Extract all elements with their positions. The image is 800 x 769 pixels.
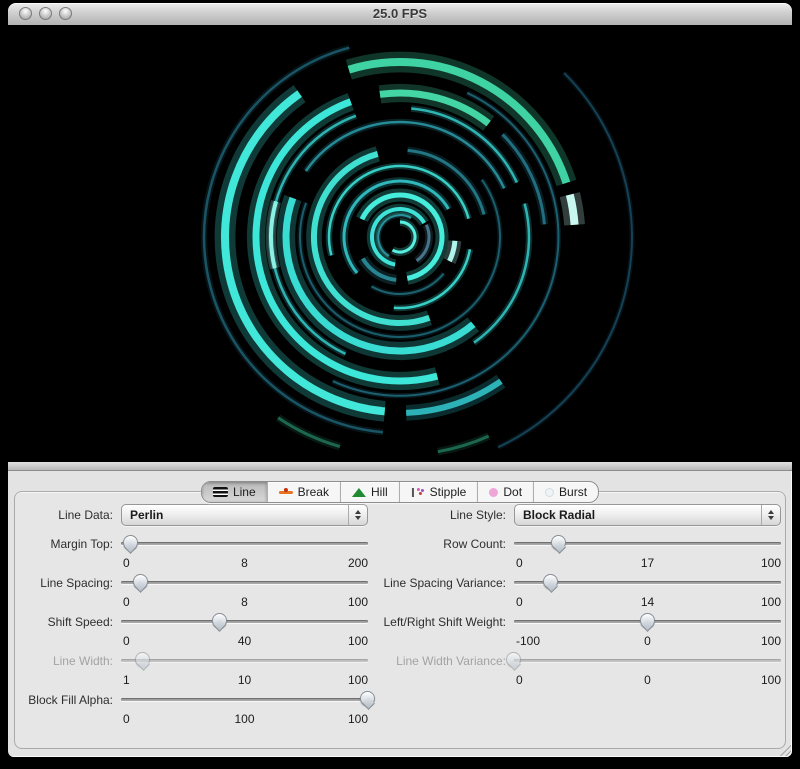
min-value: 1 [123,673,130,687]
line-width-slider-thumb[interactable] [135,652,150,667]
mode-tab-bar: Line Break Hill Stipple Dot Burst [201,481,599,503]
max-value: 100 [761,595,781,609]
min-value: 0 [123,634,130,648]
line-data-value: Perlin [130,508,163,522]
right-control-column: Line Style: Block Radial Row Count: 0 17 [360,503,781,689]
line-data-dropdown[interactable]: Perlin [121,504,368,526]
hill-icon [352,488,366,497]
line-data-label: Line Data: [20,508,113,522]
line-icon [213,487,228,497]
max-value: 100 [761,556,781,570]
line-spacing-label: Line Spacing: [20,576,113,590]
max-value: 100 [348,712,368,726]
shift-speed-label: Shift Speed: [20,615,113,629]
margin-top-row: Margin Top: 0 8 200 [20,533,368,572]
line-width-slider[interactable] [121,659,368,662]
min-value: 0 [516,556,523,570]
title-bar[interactable]: 25.0 FPS [8,3,792,26]
current-value: 8 [241,595,248,609]
current-value: 0 [644,634,651,648]
shift-weight-label: Left/Right Shift Weight: [360,615,506,629]
margin-top-slider-thumb[interactable] [123,535,138,550]
shift-speed-slider[interactable] [121,620,368,623]
line-spacing-variance-label: Line Spacing Variance: [360,576,506,590]
dot-icon [489,488,498,497]
tab-stipple[interactable]: Stipple [399,482,478,502]
current-value: 8 [241,556,248,570]
min-value: -100 [516,634,540,648]
row-count-slider-thumb[interactable] [551,535,566,550]
line-width-label: Line Width: [20,654,113,668]
left-control-column: Line Data: Perlin Margin Top: 0 8 20 [20,503,368,728]
min-value: 0 [123,595,130,609]
tab-burst[interactable]: Burst [533,482,598,502]
line-style-label: Line Style: [360,508,506,522]
min-value: 0 [516,595,523,609]
shift-weight-slider-thumb[interactable] [640,613,655,628]
block-fill-alpha-slider-thumb[interactable] [360,691,375,706]
canvas-panel-divider [8,462,792,471]
max-value: 100 [761,673,781,687]
tab-break[interactable]: Break [267,482,340,502]
row-count-label: Row Count: [360,537,506,551]
max-value: 100 [761,634,781,648]
line-width-variance-slider[interactable] [514,659,781,662]
current-value: 17 [641,556,654,570]
shift-speed-slider-thumb[interactable] [212,613,227,628]
control-panel: Line Break Hill Stipple Dot Burst [8,471,792,757]
break-icon [279,487,293,497]
line-width-variance-slider-thumb[interactable] [506,652,521,667]
min-value: 0 [123,712,130,726]
line-data-row: Line Data: Perlin [20,503,368,527]
current-value: 40 [238,634,251,648]
block-fill-alpha-slider[interactable] [121,698,368,701]
min-value: 0 [123,556,130,570]
block-fill-alpha-label: Block Fill Alpha: [20,693,113,707]
line-style-row: Line Style: Block Radial [360,503,781,527]
shift-speed-row: Shift Speed: 0 40 100 [20,611,368,650]
line-style-value: Block Radial [523,508,595,522]
popup-arrows-icon [761,505,780,525]
block-fill-alpha-row: Block Fill Alpha: 0 100 100 [20,689,368,728]
current-value: 0 [644,673,651,687]
burst-icon [545,488,554,497]
min-value: 0 [516,673,523,687]
margin-top-slider[interactable] [121,542,368,545]
stipple-icon [411,487,425,498]
current-value: 14 [641,595,654,609]
line-style-dropdown[interactable]: Block Radial [514,504,781,526]
current-value: 100 [234,712,254,726]
tab-hill[interactable]: Hill [340,482,399,502]
line-spacing-row: Line Spacing: 0 8 100 [20,572,368,611]
current-value: 10 [238,673,251,687]
shift-weight-row: Left/Right Shift Weight: -100 0 100 [360,611,781,650]
window-title: 25.0 FPS [8,3,792,25]
tab-dot[interactable]: Dot [477,482,533,502]
tab-line-label: Line [233,485,256,499]
margin-top-label: Margin Top: [20,537,113,551]
tab-line[interactable]: Line [202,482,267,502]
tab-stipple-label: Stipple [430,485,467,499]
line-spacing-variance-row: Line Spacing Variance: 0 14 100 [360,572,781,611]
line-spacing-variance-slider-thumb[interactable] [543,574,558,589]
tab-hill-label: Hill [371,485,388,499]
line-spacing-slider-thumb[interactable] [133,574,148,589]
line-spacing-slider[interactable] [121,581,368,584]
tab-dot-label: Dot [503,485,522,499]
tab-burst-label: Burst [559,485,587,499]
line-width-variance-row: Line Width Variance: 0 0 100 [360,650,781,689]
row-count-row: Row Count: 0 17 100 [360,533,781,572]
generative-canvas [8,25,792,462]
line-width-row: Line Width: 1 10 100 [20,650,368,689]
tab-break-label: Break [298,485,329,499]
line-width-variance-label: Line Width Variance: [360,654,506,668]
app-window: 25.0 FPS Line Break Hill Stipple [0,0,800,769]
